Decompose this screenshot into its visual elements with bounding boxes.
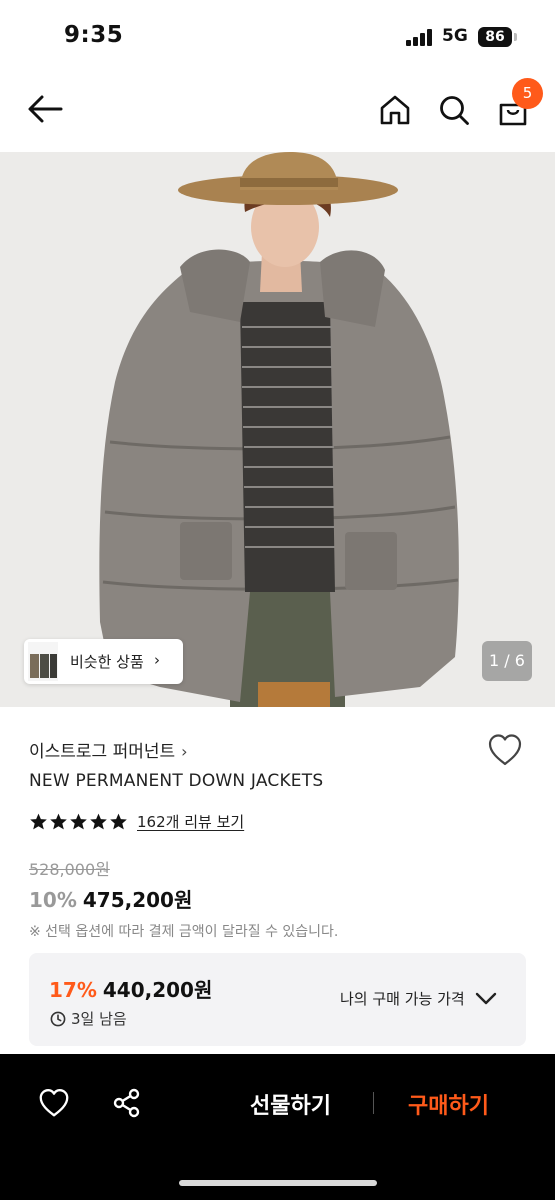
my-price-row: 17% 440,200원 xyxy=(49,974,212,1003)
home-icon xyxy=(380,95,410,125)
arrow-left-icon xyxy=(28,95,63,123)
back-button[interactable] xyxy=(26,94,64,124)
signal-icon xyxy=(406,29,434,46)
original-price: 528,000원 xyxy=(29,860,110,879)
star-icon xyxy=(70,813,87,829)
wishlist-button[interactable] xyxy=(487,733,523,771)
similar-products-label: 비슷한 상품 xyxy=(70,653,144,671)
clock-icon xyxy=(50,1011,66,1026)
rating-stars xyxy=(29,812,129,831)
share-icon xyxy=(113,1088,140,1118)
my-price: 440,200원 xyxy=(102,978,213,1002)
my-price-toggle-label: 나의 구매 가능 가격 xyxy=(340,990,465,1008)
cart-count-badge: 5 xyxy=(512,78,543,109)
nav-bar xyxy=(0,72,555,152)
product-image[interactable]: 비슷한 상품 › 1 / 6 xyxy=(0,152,555,707)
star-icon xyxy=(30,813,47,829)
network-label: 5G xyxy=(442,26,468,46)
product-photo xyxy=(0,152,555,707)
my-price-toggle[interactable]: 나의 구매 가능 가격 xyxy=(340,988,497,1009)
gift-button[interactable]: 선물하기 xyxy=(250,1088,331,1120)
buy-button[interactable]: 구매하기 xyxy=(408,1088,489,1120)
status-time: 9:35 xyxy=(64,22,124,48)
search-icon xyxy=(440,96,469,125)
review-link[interactable]: 162개 리뷰 보기 xyxy=(137,811,244,832)
heart-icon xyxy=(39,1089,69,1117)
search-button[interactable] xyxy=(438,94,470,126)
my-price-box[interactable]: 17% 440,200원 3일 남음 나의 구매 가능 가격 xyxy=(29,953,526,1046)
similar-products-button[interactable]: 비슷한 상품 › xyxy=(24,639,183,684)
battery-icon: 86 xyxy=(478,27,512,47)
sale-price: 475,200원 xyxy=(82,888,193,912)
home-indicator xyxy=(179,1180,377,1186)
similar-thumbnails xyxy=(28,642,58,681)
discount-rate: 10% xyxy=(29,888,77,912)
divider xyxy=(373,1092,374,1114)
home-button[interactable] xyxy=(379,94,411,126)
product-name: NEW PERMANENT DOWN JACKETS xyxy=(29,771,324,791)
bottom-action-bar: 선물하기 구매하기 xyxy=(0,1054,555,1200)
star-icon xyxy=(50,813,67,829)
image-page-indicator: 1 / 6 xyxy=(482,641,532,681)
chevron-right-icon: › xyxy=(154,651,160,669)
share-button[interactable] xyxy=(112,1088,142,1122)
brand-link[interactable]: 이스트로그 퍼머넌트 › xyxy=(29,737,188,762)
chevron-right-icon: › xyxy=(181,742,188,761)
bottom-wishlist-button[interactable] xyxy=(38,1088,70,1122)
status-bar: 9:35 5G 86 xyxy=(0,0,555,72)
battery-cap xyxy=(514,33,517,41)
price-row: 10% 475,200원 xyxy=(29,884,192,913)
chevron-down-icon xyxy=(475,992,496,1004)
remaining-time: 3일 남음 xyxy=(50,1008,127,1029)
star-icon xyxy=(110,813,127,829)
star-icon xyxy=(90,813,107,829)
price-notice: ※ 선택 옵션에 따라 결제 금액이 달라질 수 있습니다. xyxy=(29,924,339,940)
remaining-label: 3일 남음 xyxy=(71,1010,127,1028)
rating-row: 162개 리뷰 보기 xyxy=(29,809,244,833)
brand-name: 이스트로그 퍼머넌트 xyxy=(29,742,176,762)
heart-icon xyxy=(488,734,522,766)
my-discount-rate: 17% xyxy=(49,978,97,1002)
